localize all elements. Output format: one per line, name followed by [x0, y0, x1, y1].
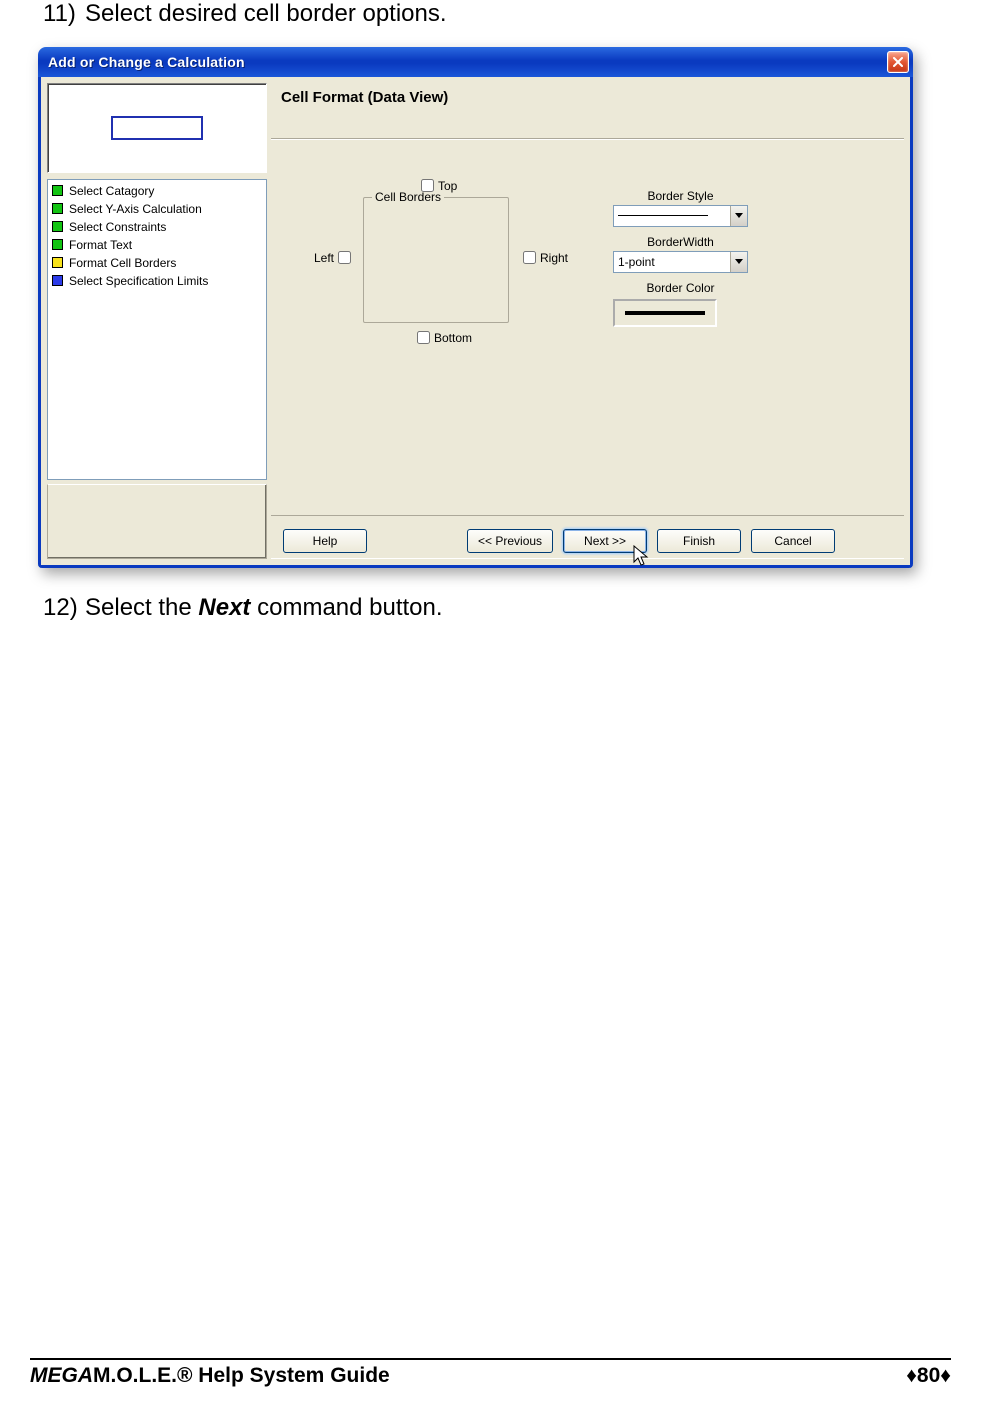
border-left-option[interactable]: Left: [314, 251, 351, 265]
dialog-window: Add or Change a Calculation Select Catag…: [38, 47, 913, 568]
border-top-label: Top: [438, 179, 457, 193]
wizard-description-panel: [47, 484, 267, 559]
status-square-icon: [52, 239, 63, 250]
next-button[interactable]: Next >>: [563, 529, 647, 553]
status-square-icon: [52, 203, 63, 214]
border-style-sample: [618, 215, 708, 216]
chevron-down-icon: [730, 206, 747, 226]
wizard-step-label: Select Y-Axis Calculation: [69, 201, 202, 217]
border-color-label: Border Color: [613, 281, 748, 295]
step-12-bold: Next: [198, 594, 250, 621]
step-12-post: command button.: [250, 594, 442, 621]
border-left-checkbox[interactable]: [338, 251, 351, 264]
status-square-icon: [52, 221, 63, 232]
next-button-label: Next >>: [584, 534, 626, 548]
border-left-label: Left: [314, 251, 334, 265]
step-11-text: Select desired cell border options.: [85, 0, 447, 27]
preview-swatch: [111, 116, 203, 140]
footer-prefix: MEGA: [30, 1364, 93, 1387]
wizard-step-item[interactable]: Select Catagory: [48, 182, 266, 200]
previous-button-label: << Previous: [478, 534, 542, 548]
step-11-number: 11): [43, 0, 85, 29]
footer-guide-title: MEGAM.O.L.E.® Help System Guide: [30, 1364, 390, 1388]
cancel-button[interactable]: Cancel: [751, 529, 835, 553]
wizard-step-item[interactable]: Format Cell Borders: [48, 254, 266, 272]
finish-button-label: Finish: [683, 534, 715, 548]
wizard-step-label: Format Cell Borders: [69, 255, 176, 271]
step-12-pre: Select the: [85, 594, 198, 621]
instruction-step-11: 11)Select desired cell border options.: [43, 0, 946, 29]
footer-rest: M.O.L.E.® Help System Guide: [93, 1364, 390, 1387]
border-top-option[interactable]: Top: [421, 179, 457, 193]
help-button[interactable]: Help: [283, 529, 367, 553]
step-12-number: 12): [43, 594, 85, 623]
help-button-label: Help: [313, 534, 338, 548]
wizard-step-label: Select Catagory: [69, 183, 154, 199]
footer-page-number: ♦80♦: [906, 1364, 951, 1388]
border-width-label: BorderWidth: [613, 235, 748, 249]
border-style-label: Border Style: [613, 189, 748, 203]
cancel-button-label: Cancel: [774, 534, 811, 548]
border-width-dropdown[interactable]: 1-point: [613, 251, 748, 273]
finish-button[interactable]: Finish: [657, 529, 741, 553]
border-right-checkbox[interactable]: [523, 251, 536, 264]
border-right-label: Right: [540, 251, 568, 265]
close-icon: [893, 57, 903, 67]
wizard-step-item[interactable]: Format Text: [48, 236, 266, 254]
border-bottom-option[interactable]: Bottom: [417, 331, 472, 345]
dialog-titlebar: Add or Change a Calculation: [38, 47, 913, 77]
wizard-step-label: Format Text: [69, 237, 132, 253]
chevron-down-icon: [730, 252, 747, 272]
wizard-step-label: Select Specification Limits: [69, 273, 208, 289]
wizard-step-item[interactable]: Select Specification Limits: [48, 272, 266, 290]
border-bottom-label: Bottom: [434, 331, 472, 345]
wizard-step-item[interactable]: Select Y-Axis Calculation: [48, 200, 266, 218]
close-button[interactable]: [887, 51, 909, 73]
page-footer: MEGAM.O.L.E.® Help System Guide ♦80♦: [30, 1358, 951, 1388]
border-right-option[interactable]: Right: [523, 251, 568, 265]
border-top-checkbox[interactable]: [421, 179, 434, 192]
content-area: Cell Borders Top Left Right: [271, 139, 904, 515]
preview-pane: [47, 83, 267, 173]
wizard-step-item[interactable]: Select Constraints: [48, 218, 266, 236]
wizard-step-list[interactable]: Select Catagory Select Y-Axis Calculation…: [47, 179, 267, 480]
instruction-step-12: 12)Select the Next command button.: [43, 594, 946, 623]
status-square-icon: [52, 185, 63, 196]
border-width-value: 1-point: [618, 255, 655, 269]
border-style-dropdown[interactable]: [613, 205, 748, 227]
dialog-title: Add or Change a Calculation: [48, 54, 887, 70]
border-bottom-checkbox[interactable]: [417, 331, 430, 344]
section-title: Cell Format (Data View): [271, 83, 904, 139]
border-color-bar: [625, 311, 705, 315]
previous-button[interactable]: << Previous: [467, 529, 553, 553]
border-color-swatch[interactable]: [613, 299, 717, 327]
status-square-icon: [52, 257, 63, 268]
status-square-icon: [52, 275, 63, 286]
wizard-step-label: Select Constraints: [69, 219, 166, 235]
cell-borders-group: Cell Borders: [363, 197, 509, 323]
